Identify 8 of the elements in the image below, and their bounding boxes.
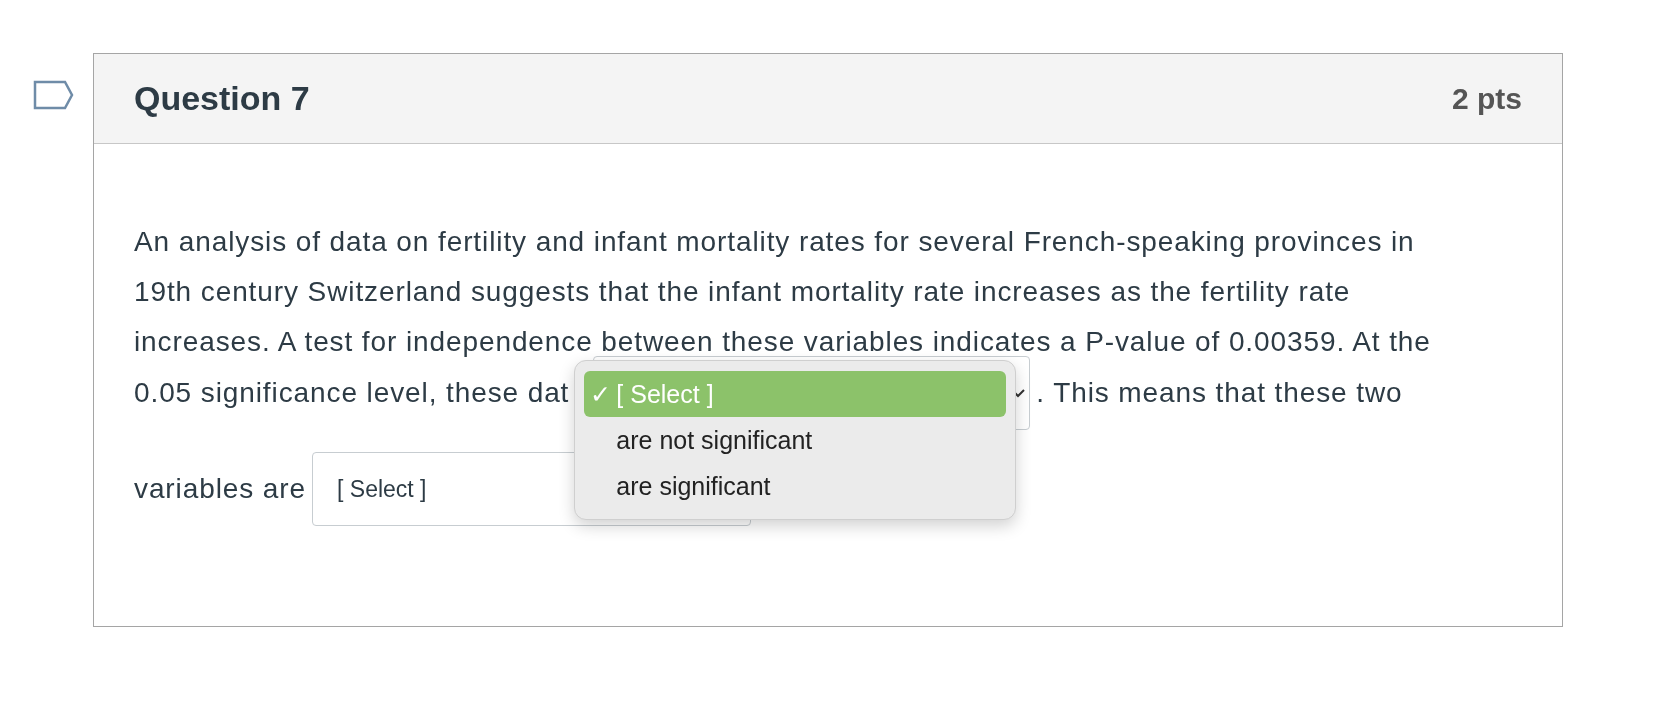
question-text: An analysis of data on fertility and infant mortality rates for several French-speaking provinces in — [134, 227, 1415, 257]
question-title: Question 7 — [134, 79, 310, 118]
question-text: . This means that these two — [1036, 378, 1403, 408]
question-text: 0.05 significance level, these dat — [134, 378, 570, 408]
question-text: increases. A test for independence between these variables indicates a P-value of 0.00359. At the — [134, 327, 1431, 357]
points-label: 2 pts — [1451, 81, 1522, 116]
question-text: variables are — [134, 474, 306, 504]
question-text: 19th century Switzerland suggests that the infant mortality rate increases as the fertility rate — [134, 277, 1351, 307]
